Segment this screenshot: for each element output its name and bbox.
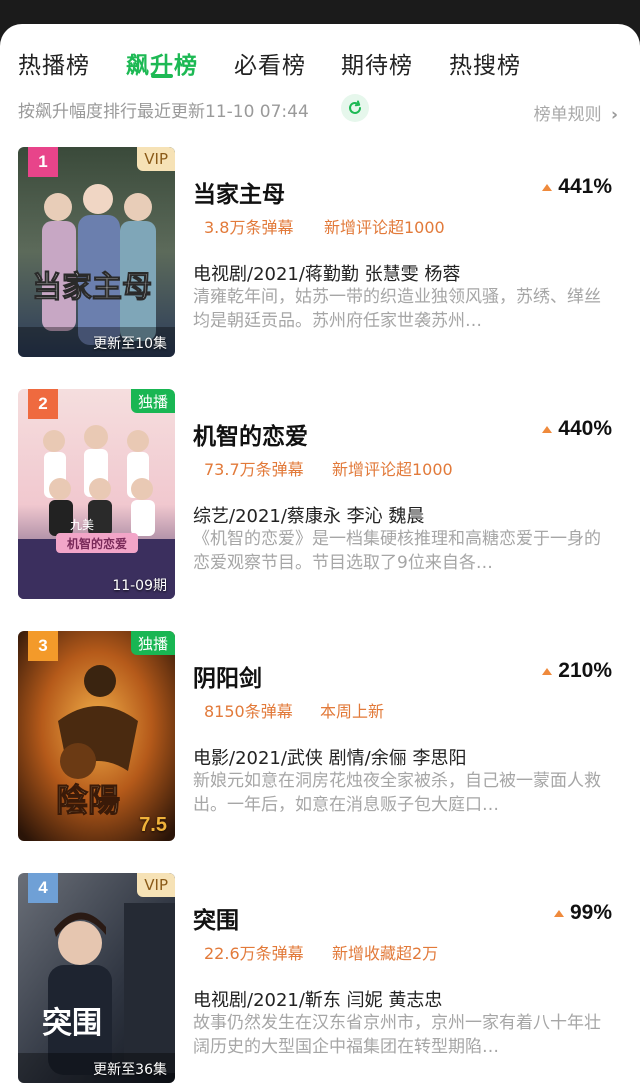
item-meta: 综艺/2021/蔡康永 李沁 魏晨 [193,506,425,527]
update-time-text: 按飙升幅度排行最近更新11-10 07:44 [18,102,309,122]
poster-2[interactable]: 九美 机智的恋爱 2 独播 11-09期 [18,389,175,599]
rank-badge: 2 [28,389,58,419]
ranking-rules-label: 榜单规则 [533,105,602,125]
rise-arrow-icon [542,183,553,191]
item-stats: 8150条弹幕 本周上新 [204,698,384,722]
rank-badge: 1 [28,147,58,177]
ranking-rules-link[interactable]: 榜单规则 › [534,100,618,125]
ranking-item-4[interactable]: 突围 4 VIP 更新至36集 突围 99% 22.6万条弹幕 新增收藏超2万 … [0,873,640,1085]
svg-text:陰陽: 陰陽 [56,781,120,819]
rise-percentage: 210% [542,659,612,683]
svg-text:九美: 九美 [70,518,94,532]
rise-arrow-icon [553,909,564,917]
episode-caption: 更新至10集 [93,336,167,352]
trend-stat: 新增收藏超2万 [332,944,439,963]
refresh-icon [349,100,361,114]
exclusive-badge: 独播 [130,389,175,413]
poster-image-4: 突围 [18,873,175,1083]
item-stats: 3.8万条弹幕 新增评论超1000 [204,214,445,238]
rise-percentage: 440% [542,417,612,441]
vip-badge: VIP [137,147,175,171]
update-bar: 按飙升幅度排行最近更新11-10 07:44 榜单规则 › [0,92,640,132]
item-description: 故事仍然发生在汉东省京州市，京州一家有着八十年壮阔历史的大型国企中福集团在转型期… [193,1013,601,1057]
item-title[interactable]: 当家主母 [193,175,285,209]
refresh-button[interactable] [341,94,369,122]
rise-percentage: 99% [553,901,612,925]
item-meta: 电视剧/2021/靳东 闫妮 黄志忠 [193,990,443,1011]
ranking-sheet: 热播榜 飙升榜 必看榜 期待榜 热搜榜 按飙升幅度排行最近更新11-10 07:… [0,24,640,1089]
rise-percentage: 441% [542,175,612,199]
svg-text:当家主母: 当家主母 [32,270,152,305]
poster-4[interactable]: 突围 4 VIP 更新至36集 [18,873,175,1083]
danmaku-count: 3.8万条弹幕 [204,218,294,237]
item-description: 新娘元如意在洞房花烛夜全家被杀，自己被一蒙面人救出。一年后，如意在消息贩子包大庭… [193,771,601,815]
poster-image-3: 陰陽 [18,631,175,841]
rank-badge: 4 [28,873,58,903]
item-meta: 电视剧/2021/蒋勤勤 张慧雯 杨蓉 [193,264,461,285]
rise-arrow-icon [542,425,553,433]
trend-stat: 新增评论超1000 [332,460,453,479]
trend-stat: 新增评论超1000 [324,218,445,237]
vip-badge: VIP [137,873,175,897]
ranking-tabs: 热播榜 飙升榜 必看榜 期待榜 热搜榜 [0,24,640,102]
item-description: 清雍乾年间，姑苏一带的织造业独领风骚，苏绣、缂丝均是朝廷贡品。苏州府任家世袭苏州… [193,287,601,331]
episode-caption: 11-09期 [112,578,167,594]
ranking-item-1[interactable]: 当家主母 1 VIP 更新至10集 当家主母 441% 3.8万条弹幕 新增评论… [0,147,640,359]
svg-text:机智的恋爱: 机智的恋爱 [67,536,127,551]
poster-3[interactable]: 陰陽 3 独播 7.5 [18,631,175,841]
active-tab-indicator [151,74,173,78]
danmaku-count: 73.7万条弹幕 [204,460,304,479]
item-stats: 22.6万条弹幕 新增收藏超2万 [204,940,438,964]
tab-must-watch[interactable]: 必看榜 [234,46,306,80]
tab-anticipated[interactable]: 期待榜 [341,46,413,80]
rating-score: 7.5 [139,814,167,836]
tab-hot-play[interactable]: 热播榜 [18,46,90,80]
item-title[interactable]: 机智的恋爱 [193,417,308,451]
item-meta: 电影/2021/武侠 剧情/余俪 李思阳 [193,748,467,769]
danmaku-count: 8150条弹幕 [204,702,293,721]
tab-hot-search[interactable]: 热搜榜 [449,46,521,80]
poster-image-2: 九美 机智的恋爱 [18,389,175,599]
svg-text:突围: 突围 [42,1006,102,1041]
ranking-item-2[interactable]: 九美 机智的恋爱 2 独播 11-09期 机智的恋爱 440% 73.7万条弹幕… [0,389,640,601]
poster-image-1: 当家主母 [18,147,175,357]
item-stats: 73.7万条弹幕 新增评论超1000 [204,456,453,480]
item-title[interactable]: 突围 [193,901,239,935]
rise-value: 99% [569,901,612,924]
poster-1[interactable]: 当家主母 1 VIP 更新至10集 [18,147,175,357]
rise-value: 441% [558,175,612,198]
item-description: 《机智的恋爱》是一档集硬核推理和高糖恋爱于一身的恋爱观察节目。节目选取了9位来自… [193,529,601,573]
rise-value: 210% [558,659,612,682]
trend-stat: 本周上新 [320,702,385,721]
rise-arrow-icon [542,667,553,675]
danmaku-count: 22.6万条弹幕 [204,944,304,963]
chevron-right-icon: › [610,105,618,125]
exclusive-badge: 独播 [130,631,175,655]
rise-value: 440% [558,417,612,440]
item-title[interactable]: 阴阳剑 [193,659,262,693]
rank-badge: 3 [28,631,58,661]
ranking-item-3[interactable]: 陰陽 3 独播 7.5 阴阳剑 210% 8150条弹幕 本周上新 电影/202… [0,631,640,843]
episode-caption: 更新至36集 [93,1062,167,1078]
